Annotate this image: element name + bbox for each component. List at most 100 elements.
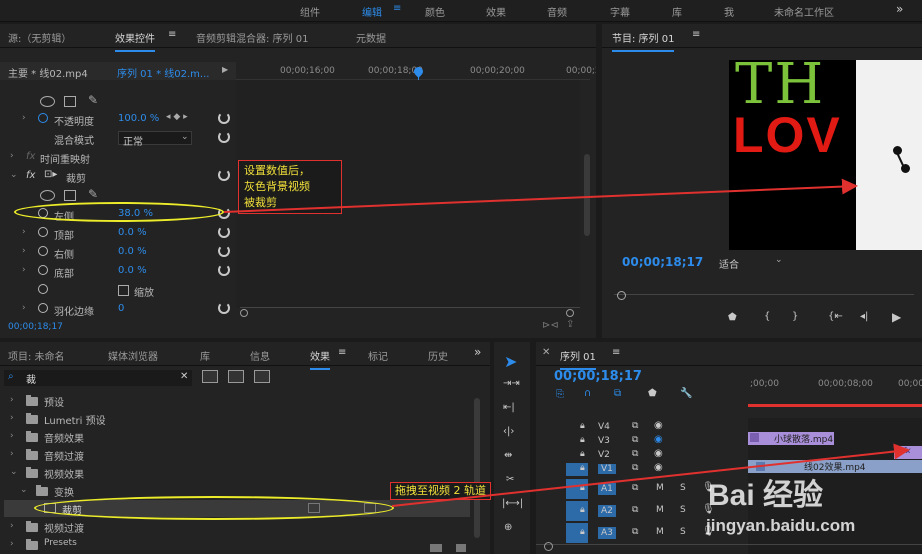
chevron-down-icon[interactable]: ⌄ <box>10 170 18 180</box>
menu-item-color[interactable]: 颜色 <box>425 4 445 19</box>
tree-item-presets[interactable]: › 预设 <box>0 392 470 409</box>
hamburger-icon[interactable]: ≡ <box>338 347 346 358</box>
stopwatch-icon[interactable] <box>38 246 48 256</box>
reset-icon[interactable] <box>218 264 230 276</box>
zoom-scrollbar[interactable] <box>240 307 580 316</box>
master-clip-label[interactable]: 主要 * 线02.mp4 <box>8 65 88 80</box>
track-label-v2[interactable]: V2 <box>598 450 610 460</box>
selection-tool-icon[interactable]: ➤ <box>504 352 517 371</box>
track-label-a1[interactable]: A1 <box>598 483 616 495</box>
timeline-ruler[interactable]: ;00;00 00;00;08;00 00;00 <box>748 376 922 406</box>
eye-icon[interactable]: ◉ <box>654 448 663 459</box>
ellipse-mask-icon[interactable] <box>40 190 55 201</box>
menu-item-libraries[interactable]: 库 <box>672 4 682 19</box>
lock-icon[interactable]: 🔒︎ <box>580 527 585 537</box>
stopwatch-icon[interactable] <box>38 284 48 294</box>
slip-tool-icon[interactable]: |⟷| <box>502 498 523 509</box>
rate-stretch-tool-icon[interactable]: ⇹ <box>504 450 512 461</box>
opacity-value[interactable]: 100.0 % <box>118 113 159 124</box>
yuv-effects-icon[interactable] <box>254 370 270 383</box>
play-only-icon[interactable]: ▶ <box>222 65 228 74</box>
solo-button[interactable]: S <box>680 527 686 537</box>
track-label-v1[interactable]: V1 <box>598 464 616 474</box>
lock-icon[interactable]: 🔒︎ <box>580 505 585 515</box>
sync-lock-icon[interactable]: ⧉ <box>632 449 638 459</box>
tab-markers[interactable]: 标记 <box>368 348 388 363</box>
razor-tool-icon[interactable]: ✂ <box>506 474 514 485</box>
tab-effects[interactable]: 效果 <box>310 348 330 370</box>
track-select-tool-icon[interactable]: ⇥⇥ <box>503 378 520 389</box>
chevron-right-icon[interactable]: › <box>22 303 26 313</box>
play-icon[interactable]: ▶ <box>892 310 901 324</box>
pen-mask-icon[interactable]: ✎ <box>88 93 98 107</box>
sync-lock-icon[interactable]: ⧉ <box>632 435 638 445</box>
ripple-edit-tool-icon[interactable]: ⇤| <box>503 402 515 413</box>
zoom-checkbox[interactable] <box>118 285 129 296</box>
chevron-right-icon[interactable]: › <box>22 227 26 237</box>
rectangle-mask-icon[interactable] <box>64 96 76 107</box>
sync-lock-icon[interactable]: ⧉ <box>632 483 638 493</box>
timeline-scroll-handle[interactable] <box>544 542 553 551</box>
pen-mask-icon[interactable]: ✎ <box>88 187 98 201</box>
stopwatch-icon[interactable] <box>38 113 48 123</box>
reset-icon[interactable] <box>218 131 230 143</box>
track-label-a2[interactable]: A2 <box>598 505 616 517</box>
reset-icon[interactable] <box>218 302 230 314</box>
export-icon[interactable]: ⇪ <box>566 319 574 330</box>
program-scrubber[interactable] <box>614 294 914 304</box>
mark-out-icon[interactable]: } <box>792 311 798 322</box>
chevron-right-icon[interactable]: › <box>22 246 26 256</box>
go-to-in-icon[interactable]: {⇤ <box>828 311 843 322</box>
tab-info[interactable]: 信息 <box>250 348 270 363</box>
scrubber-handle[interactable] <box>617 291 626 300</box>
more-panels-icon[interactable]: » <box>474 345 481 359</box>
clip-v3[interactable]: 小球散落.mp4 <box>748 432 834 445</box>
stopwatch-icon[interactable] <box>38 303 48 313</box>
sequence-clip-label[interactable]: 序列 01 * 线02.m... <box>117 65 209 80</box>
reset-icon[interactable] <box>218 112 230 124</box>
menu-item-effects[interactable]: 效果 <box>486 4 506 19</box>
eye-icon[interactable]: ◉ <box>654 462 663 473</box>
tab-project[interactable]: 项目: 未命名 <box>8 348 65 363</box>
sync-lock-icon[interactable]: ⧉ <box>632 463 638 473</box>
effect-controls-scrollbar[interactable] <box>584 154 590 236</box>
tab-libraries[interactable]: 库 <box>200 348 210 363</box>
chevron-right-icon[interactable]: › <box>10 151 14 161</box>
lock-icon[interactable]: 🔒︎ <box>580 449 585 459</box>
clear-search-icon[interactable]: ✕ <box>180 371 188 382</box>
more-workspaces-icon[interactable]: » <box>896 2 903 16</box>
reset-icon[interactable] <box>218 169 230 181</box>
step-back-icon[interactable]: ◂| <box>860 311 868 322</box>
reset-icon[interactable] <box>218 245 230 257</box>
tab-source[interactable]: 源:（无剪辑） <box>8 30 71 45</box>
nest-toggle-icon[interactable]: ⎘ <box>556 389 564 400</box>
lock-icon[interactable]: 🔒︎ <box>580 435 585 445</box>
eye-icon[interactable]: ◉ <box>654 420 663 431</box>
tree-item-audio-transitions[interactable]: › 音频过渡 <box>0 446 470 463</box>
menu-item-titles[interactable]: 字幕 <box>610 4 630 19</box>
add-marker-icon[interactable]: ⬟ <box>728 312 737 323</box>
timeline-timecode[interactable]: 00;00;18;17 <box>554 369 642 384</box>
tab-media-browser[interactable]: 媒体浏览器 <box>108 348 158 363</box>
filter-icon[interactable]: ⊳⊲ <box>542 320 559 331</box>
tab-metadata[interactable]: 元数据 <box>356 30 386 45</box>
sync-lock-icon[interactable]: ⧉ <box>632 527 638 537</box>
work-area-bar[interactable] <box>748 404 922 407</box>
slide-tool-icon[interactable]: ⊕ <box>504 522 512 533</box>
menu-item-editing[interactable]: 编辑 <box>362 4 382 19</box>
rolling-edit-tool-icon[interactable]: ‹|› <box>503 426 514 437</box>
mute-button[interactable]: M <box>656 483 664 493</box>
crop-right-value[interactable]: 0.0 % <box>118 246 147 257</box>
menu-item-assembly[interactable]: 组件 <box>300 4 320 19</box>
stopwatch-icon[interactable] <box>38 265 48 275</box>
tab-audio-clip-mixer[interactable]: 音频剪辑混合器: 序列 01 <box>196 30 308 45</box>
tree-item-video-effects[interactable]: ⌄ 视频效果 <box>0 464 470 481</box>
effects-scrollbar[interactable] <box>474 398 480 538</box>
solo-button[interactable]: S <box>680 505 686 515</box>
mute-button[interactable]: M <box>656 527 664 537</box>
fit-select[interactable]: 适合 ⌄ <box>715 254 789 271</box>
solo-button[interactable]: S <box>680 483 686 493</box>
clip-v2[interactable]: fx <box>894 446 922 459</box>
crop-top-value[interactable]: 0.0 % <box>118 227 147 238</box>
menu-item-me[interactable]: 我 <box>724 4 734 19</box>
